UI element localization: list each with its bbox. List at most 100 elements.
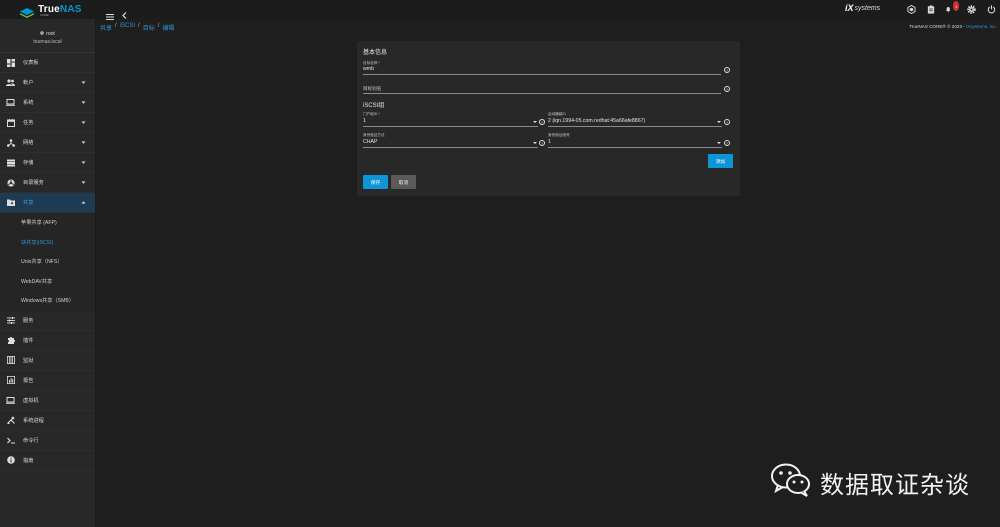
dropdown-caret-icon[interactable] [717, 142, 721, 144]
settings-gear-icon[interactable] [966, 4, 976, 14]
chevron-down-icon [81, 100, 86, 105]
storage-icon [6, 158, 15, 167]
sidebar-item-system[interactable]: 系统 [0, 93, 95, 113]
sidebar: TrueNAS CORE root truenas.local 仪表板 帐户 系… [0, 0, 96, 527]
initiator-group-select[interactable]: 2 (iqn.1994-05.com.redhat:45a66afe8867) [548, 118, 645, 124]
wechat-icon [770, 463, 812, 502]
plugins-icon [6, 336, 15, 345]
services-icon [6, 316, 15, 325]
truecommand-icon[interactable] [906, 4, 916, 14]
notification-badge: 1 [953, 1, 959, 11]
power-icon[interactable] [986, 4, 996, 14]
add-group-button[interactable]: 添加 [708, 154, 733, 168]
sidebar-item-plugins[interactable]: 插件 [0, 331, 95, 351]
sidebar-item-guide[interactable]: 指南 [0, 451, 95, 471]
sharing-icon [6, 198, 15, 207]
target-alias-label: 目标别名 [363, 86, 382, 91]
system-icon [6, 98, 15, 107]
target-name-underline [363, 74, 721, 75]
help-icon[interactable]: ? [724, 67, 730, 73]
vm-icon [6, 396, 15, 405]
sidebar-item-label: 网络 [23, 140, 34, 146]
auth-group-select[interactable]: 1 [548, 139, 551, 145]
accounts-icon [6, 78, 15, 87]
sidebar-subitem-sharing[interactable]: 苹果共享 (AFP) [0, 213, 95, 233]
processes-icon [6, 416, 15, 425]
basic-info-title: 基本信息 [363, 50, 388, 56]
target-name-input[interactable]: wmb [363, 66, 374, 72]
sidebar-item-processes[interactable]: 系统进程 [0, 411, 95, 431]
sidebar-item-label: 指南 [23, 457, 34, 464]
breadcrumb-item[interactable]: 共享 [100, 23, 112, 32]
sidebar-item-accounts[interactable]: 帐户 [0, 73, 95, 93]
gear-icon [40, 31, 44, 37]
sidebar-subitem-sharing[interactable]: Windows共享（SMB） [0, 291, 95, 311]
save-button[interactable]: 保存 [363, 175, 388, 189]
sidebar-item-label: 存储 [23, 160, 34, 166]
cancel-button[interactable]: 取消 [391, 175, 416, 189]
user-name: root [0, 31, 95, 37]
target-edit-form: 基本信息 目标名称 * wmb ? 目标别名 ? iSCSI组 门户组ID * … [357, 41, 740, 196]
auth-method-label: 身份验证方法 [363, 133, 385, 137]
logo-bar[interactable]: TrueNAS CORE [0, 0, 95, 19]
user-block: root truenas.local [0, 19, 95, 53]
user-host: truenas.local [33, 39, 62, 45]
sidebar-item-label: 报告 [23, 377, 34, 384]
auth-group-underline [548, 147, 722, 148]
sidebar-item-dashboard[interactable]: 仪表板 [0, 53, 95, 73]
initiator-group-underline [548, 126, 722, 127]
topbar: iX systems 1 [96, 0, 1000, 20]
dropdown-caret-icon[interactable] [717, 121, 721, 123]
sidebar-item-label: 服务 [23, 317, 34, 324]
sidebar-item-reporting[interactable]: 报告 [0, 371, 95, 391]
dropdown-caret-icon[interactable] [533, 142, 537, 144]
sidebar-subitem-sharing[interactable]: WebDAV共享 [0, 271, 95, 291]
target-alias-underline [363, 93, 721, 94]
auth-group-label: 身份验证组号 [548, 133, 570, 137]
watermark-text: 数据取证杂谈 [820, 472, 970, 499]
sidebar-item-shell[interactable]: 命令行 [0, 431, 95, 451]
guide-icon [6, 456, 15, 465]
sidebar-item-vm[interactable]: 虚拟机 [0, 391, 95, 411]
sidebar-item-label: 帐户 [23, 80, 34, 86]
jails-icon [6, 356, 15, 365]
dropdown-caret-icon[interactable] [533, 121, 537, 123]
help-icon[interactable]: ? [539, 140, 545, 146]
help-icon[interactable]: ? [724, 86, 730, 92]
copyright: TrueNAS CORE® © 2023 - iXsystems, Inc. [909, 24, 997, 29]
menu-icon[interactable] [106, 7, 114, 20]
breadcrumb-item[interactable]: 目标 [143, 23, 155, 32]
sidebar-subitem-sharing[interactable]: 块共享(iSCSI) [0, 232, 95, 252]
sidebar-item-label: 虚拟机 [23, 397, 39, 404]
sidebar-item-storage[interactable]: 存储 [0, 153, 95, 173]
breadcrumb-item[interactable]: iSCSI [120, 23, 135, 32]
truenas-logo-icon [20, 5, 34, 18]
chevron-up-icon [81, 200, 86, 205]
sidebar-item-label: 系统进程 [23, 417, 44, 424]
help-icon[interactable]: ? [539, 119, 545, 125]
auth-method-select[interactable]: CHAP [363, 139, 377, 145]
notifications-bell-icon[interactable]: 1 [946, 1, 959, 14]
chevron-down-icon [81, 180, 86, 185]
sidebar-item-label: 任务 [23, 120, 34, 126]
sidebar-item-services[interactable]: 服务 [0, 311, 95, 331]
portal-group-select[interactable]: 1 [363, 118, 366, 124]
ixsystems-link[interactable]: iXsystems, Inc. [966, 24, 997, 29]
sidebar-item-network[interactable]: 网络 [0, 133, 95, 153]
sidebar-item-tasks[interactable]: 任务 [0, 113, 95, 133]
ixsystems-logo[interactable]: iX systems [845, 3, 880, 13]
breadcrumb: 共享 / iSCSI / 目标 / 编辑 [100, 23, 175, 32]
tasks-clipboard-icon[interactable] [926, 4, 936, 14]
chevron-left-icon[interactable] [122, 6, 127, 19]
sidebar-item-label: 目录服务 [23, 180, 44, 186]
directory-services-icon [6, 178, 15, 187]
sidebar-item-directory-services[interactable]: 目录服务 [0, 173, 95, 193]
network-icon [6, 138, 15, 147]
sidebar-subitem-sharing[interactable]: Unix共享（NFS） [0, 252, 95, 272]
help-icon[interactable]: ? [724, 119, 730, 125]
dashboard-icon [6, 58, 15, 67]
help-icon[interactable]: ? [724, 140, 730, 146]
topbar-icons: 1 [906, 1, 996, 14]
sidebar-item-sharing[interactable]: 共享 [0, 193, 95, 213]
sidebar-item-jails[interactable]: 监狱 [0, 351, 95, 371]
